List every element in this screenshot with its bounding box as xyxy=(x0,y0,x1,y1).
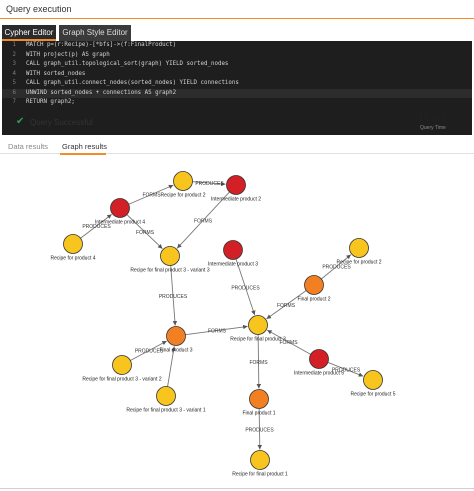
node-label: Recipe for product 4 xyxy=(50,256,95,262)
check-icon: ✔ xyxy=(16,116,25,127)
query-time-value: 10 ms xyxy=(418,113,446,124)
tab-graph-results[interactable]: Graph results xyxy=(62,142,107,151)
line-number: 1 xyxy=(12,42,17,48)
code-line: 2 WITH project(p) AS graph xyxy=(2,51,472,61)
graph-node[interactable] xyxy=(166,326,186,346)
edge-label: PRODUCES xyxy=(245,428,274,434)
node-label: Final product 3 xyxy=(159,348,192,354)
code-line: 6 UNWIND sorted_nodes + connections AS gr… xyxy=(2,88,472,98)
node-label: Recipe for product 2 xyxy=(160,193,205,199)
edge-label: FORMS xyxy=(194,219,213,225)
line-number: 3 xyxy=(12,61,17,67)
graph-node[interactable] xyxy=(248,315,268,335)
graph-node[interactable] xyxy=(250,450,270,470)
node-label: Recipe for final product 3 - variant 1 xyxy=(126,408,205,414)
node-label: Recipe for final product 3 - variant 2 xyxy=(82,377,161,383)
graph-node[interactable] xyxy=(309,349,329,369)
node-label: Recipe for final product 3 xyxy=(230,337,286,343)
node-label: Intermediate product 3 xyxy=(208,262,258,268)
node-label: Intermediate product 5 xyxy=(294,371,344,377)
graph-node[interactable] xyxy=(223,240,243,260)
code-text: MATCH p=(r:Recipe)-[*bfs]->(f:FinalProdu… xyxy=(26,42,177,48)
code-line: 4 WITH sorted_nodes xyxy=(2,70,472,80)
node-label: Recipe for product 2 xyxy=(336,260,381,266)
code-line: 1 MATCH p=(r:Recipe)-[*bfs]->(f:FinalProd… xyxy=(2,41,472,51)
code-text: RETURN graph2; xyxy=(26,99,75,105)
edge-label: PRODUCES xyxy=(159,294,188,300)
bottom-divider xyxy=(0,488,474,489)
code-line: 3 CALL graph_util.topological_sort(graph)… xyxy=(2,60,472,70)
line-number: 5 xyxy=(12,80,17,86)
status-message: Query Successful xyxy=(30,118,93,127)
tab-data-results[interactable]: Data results xyxy=(8,142,48,151)
graph-node[interactable] xyxy=(156,386,176,406)
graph-node[interactable] xyxy=(112,355,132,375)
editor-tabs: Cypher Editor Graph Style Editor xyxy=(0,25,474,41)
graph-node[interactable] xyxy=(160,246,180,266)
edge-label: FORMS xyxy=(142,193,161,199)
code-text: CALL graph_util.connect_nodes(sorted_nod… xyxy=(26,80,239,86)
edge-label: FORMS xyxy=(249,360,268,366)
code-line: 7 RETURN graph2; xyxy=(2,98,472,108)
graph-node[interactable] xyxy=(349,238,369,258)
code-text: CALL graph_util.topological_sort(graph) … xyxy=(26,61,229,67)
line-number: 7 xyxy=(12,99,17,105)
edge-label: FORMS xyxy=(208,329,227,335)
graph-canvas[interactable]: PRODUCES FORMS FORMS PRODUCES FORMS PRODUCES P… xyxy=(0,155,474,485)
graph-node[interactable] xyxy=(63,234,83,254)
tab-graph-style-editor[interactable]: Graph Style Editor xyxy=(59,25,131,41)
graph-node[interactable] xyxy=(304,275,324,295)
node-label: Recipe for product 5 xyxy=(350,392,395,398)
panel-title: Query execution xyxy=(0,0,474,19)
graph-node[interactable] xyxy=(226,175,246,195)
query-time-label: Query Time xyxy=(420,125,446,131)
node-label: Intermediate product 4 xyxy=(95,220,145,226)
graph-node[interactable] xyxy=(363,370,383,390)
graph-node[interactable] xyxy=(249,389,269,409)
edge-label: PRODUCES xyxy=(231,286,260,292)
node-label: Recipe for final product 3 - variant 3 xyxy=(130,268,209,274)
line-number: 4 xyxy=(12,70,17,77)
node-label: Final product 2 xyxy=(297,297,330,303)
tab-cypher-editor[interactable]: Cypher Editor xyxy=(2,25,56,41)
node-label: Intermediate product 2 xyxy=(211,197,261,203)
edge-label: FORMS xyxy=(136,230,155,236)
code-line: 5 CALL graph_util.connect_nodes(sorted_no… xyxy=(2,79,472,89)
line-number: 2 xyxy=(12,51,17,58)
node-label: Final product 1 xyxy=(242,411,275,417)
code-text: WITH project(p) AS graph xyxy=(26,51,110,58)
nodes-layer: Recipe for product 2 Intermediate product… xyxy=(50,171,396,478)
code-text: UNWIND sorted_nodes + connections AS gra… xyxy=(26,89,177,96)
edge-label: PRODUCES xyxy=(195,181,224,187)
code-text: WITH sorted_nodes xyxy=(26,70,86,77)
node-label: Recipe for final product 1 xyxy=(232,472,288,478)
edge-label: FORMS xyxy=(277,303,296,309)
line-number: 6 xyxy=(12,89,17,96)
graph-node[interactable] xyxy=(173,171,193,191)
graph-node[interactable] xyxy=(110,198,130,218)
